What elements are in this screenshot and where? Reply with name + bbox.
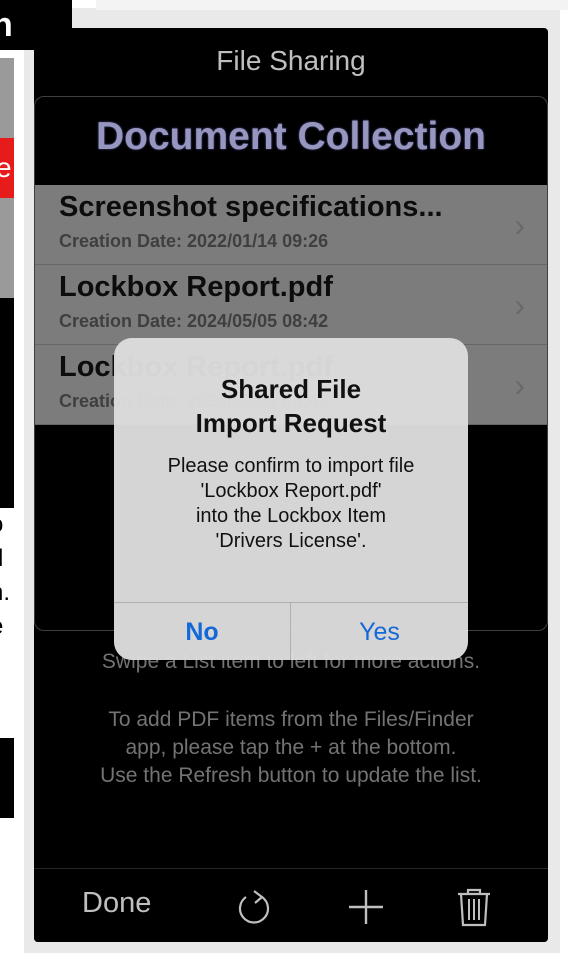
no-button[interactable]: No: [114, 603, 291, 660]
alert-title-line: Import Request: [195, 408, 387, 438]
alert-message-line: 'Drivers License'.: [215, 530, 367, 552]
fragment-line: o: [0, 508, 14, 542]
alert-message-line: Please confirm to import file: [167, 455, 415, 477]
alert-button-bar: No Yes: [114, 602, 468, 660]
background-fragment: [0, 198, 14, 298]
background-fragment: [0, 58, 14, 138]
import-request-alert: Shared File Import Request Please confir…: [114, 338, 468, 660]
alert-message-line: into the Lockbox Item: [195, 505, 387, 527]
background-fragment-red: e: [0, 138, 14, 198]
fragment-line: d: [0, 542, 14, 576]
alert-message: Please confirm to import file 'Lockbox R…: [114, 454, 468, 554]
fragment-line: e: [0, 610, 14, 644]
alert-title: Shared File Import Request: [114, 372, 468, 440]
fragment-line: n.: [0, 579, 11, 606]
alert-title-line: Shared File: [220, 374, 362, 404]
file-sharing-screen: File Sharing Document Collection Screens…: [34, 28, 548, 942]
background-fragment: [0, 298, 14, 508]
background-fragment: [0, 738, 14, 818]
background-strip: [96, 0, 568, 10]
yes-button[interactable]: Yes: [291, 603, 468, 660]
alert-message-line: 'Lockbox Report.pdf': [200, 480, 382, 502]
background-fragment-text: o d n. e: [0, 508, 14, 738]
